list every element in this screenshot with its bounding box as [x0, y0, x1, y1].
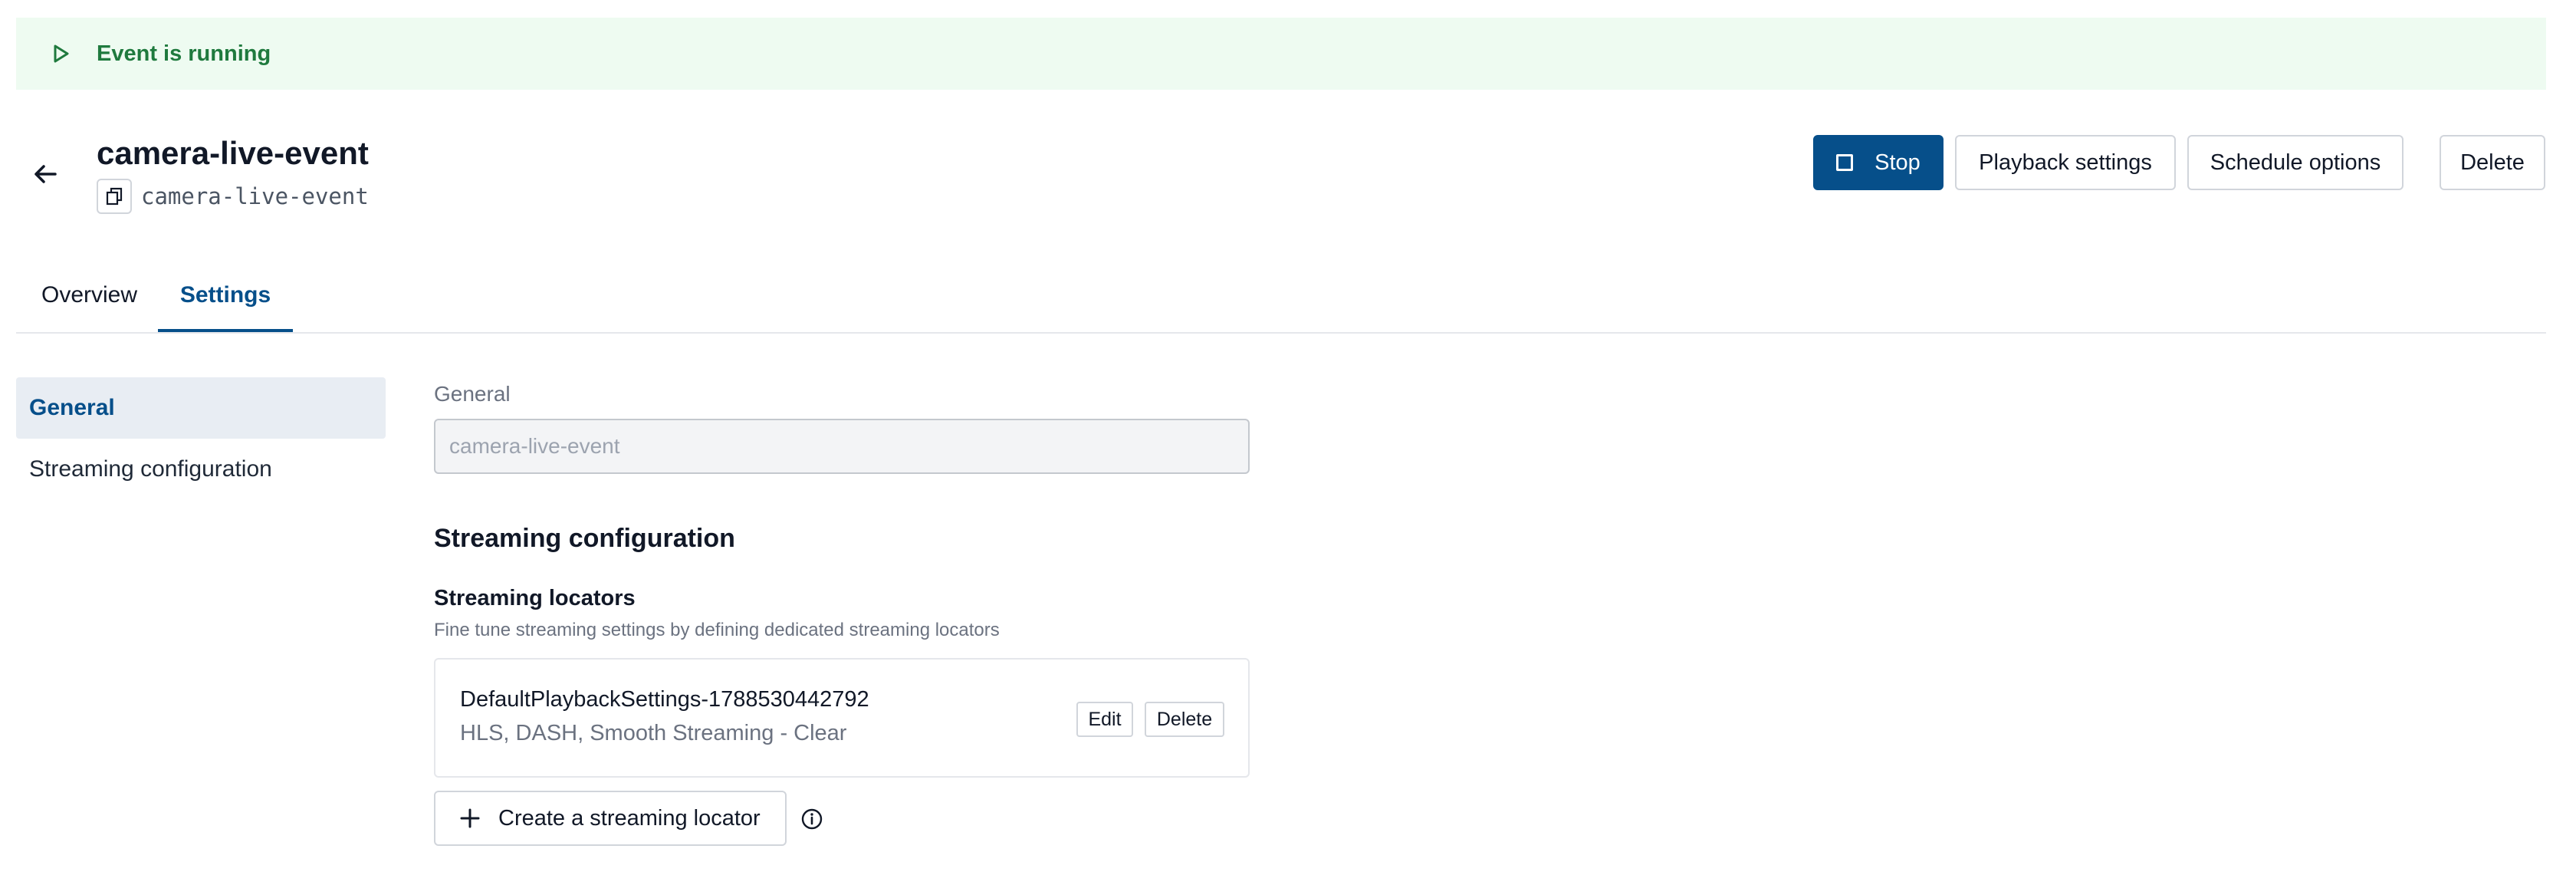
tab-settings[interactable]: Settings: [158, 265, 293, 334]
delete-button[interactable]: Delete: [2440, 135, 2545, 190]
locator-name: DefaultPlaybackSettings-1788530442792: [460, 687, 869, 712]
create-streaming-locator-button[interactable]: Create a streaming locator: [434, 791, 787, 846]
page-title: camera-live-event: [97, 135, 369, 171]
list-item: DefaultPlaybackSettings-1788530442792 HL…: [434, 658, 1250, 778]
sidebar-item-general[interactable]: General: [16, 377, 386, 439]
edit-locator-button[interactable]: Edit: [1076, 702, 1133, 737]
stop-button[interactable]: Stop: [1813, 135, 1944, 190]
streaming-locators-description: Fine tune streaming settings by defining…: [434, 620, 1000, 640]
schedule-options-button[interactable]: Schedule options: [2187, 135, 2404, 190]
stop-label: Stop: [1875, 150, 1921, 175]
play-icon: [54, 44, 69, 63]
tabs-divider: [16, 332, 2546, 334]
streaming-configuration-heading: Streaming configuration: [434, 524, 735, 553]
locator-protocols: HLS, DASH, Smooth Streaming - Clear: [460, 721, 847, 745]
status-text: Event is running: [97, 41, 271, 66]
delete-locator-button[interactable]: Delete: [1145, 702, 1224, 737]
sidebar-item-streaming-configuration[interactable]: Streaming configuration: [16, 439, 386, 500]
arrow-left-icon[interactable]: [31, 160, 60, 189]
streaming-locators-heading: Streaming locators: [434, 586, 636, 610]
event-slug: camera-live-event: [141, 183, 369, 209]
event-name-field[interactable]: [434, 419, 1250, 474]
plus-icon: [460, 808, 480, 828]
copy-button[interactable]: [97, 179, 132, 214]
stop-icon: [1836, 154, 1854, 171]
copy-icon: [106, 187, 123, 206]
playback-settings-button[interactable]: Playback settings: [1955, 135, 2176, 190]
tab-overview[interactable]: Overview: [41, 265, 137, 334]
create-streaming-locator-label: Create a streaming locator: [498, 805, 761, 831]
general-section-label: General: [434, 382, 511, 406]
info-icon[interactable]: [800, 808, 823, 831]
status-banner: Event is running: [16, 18, 2546, 90]
